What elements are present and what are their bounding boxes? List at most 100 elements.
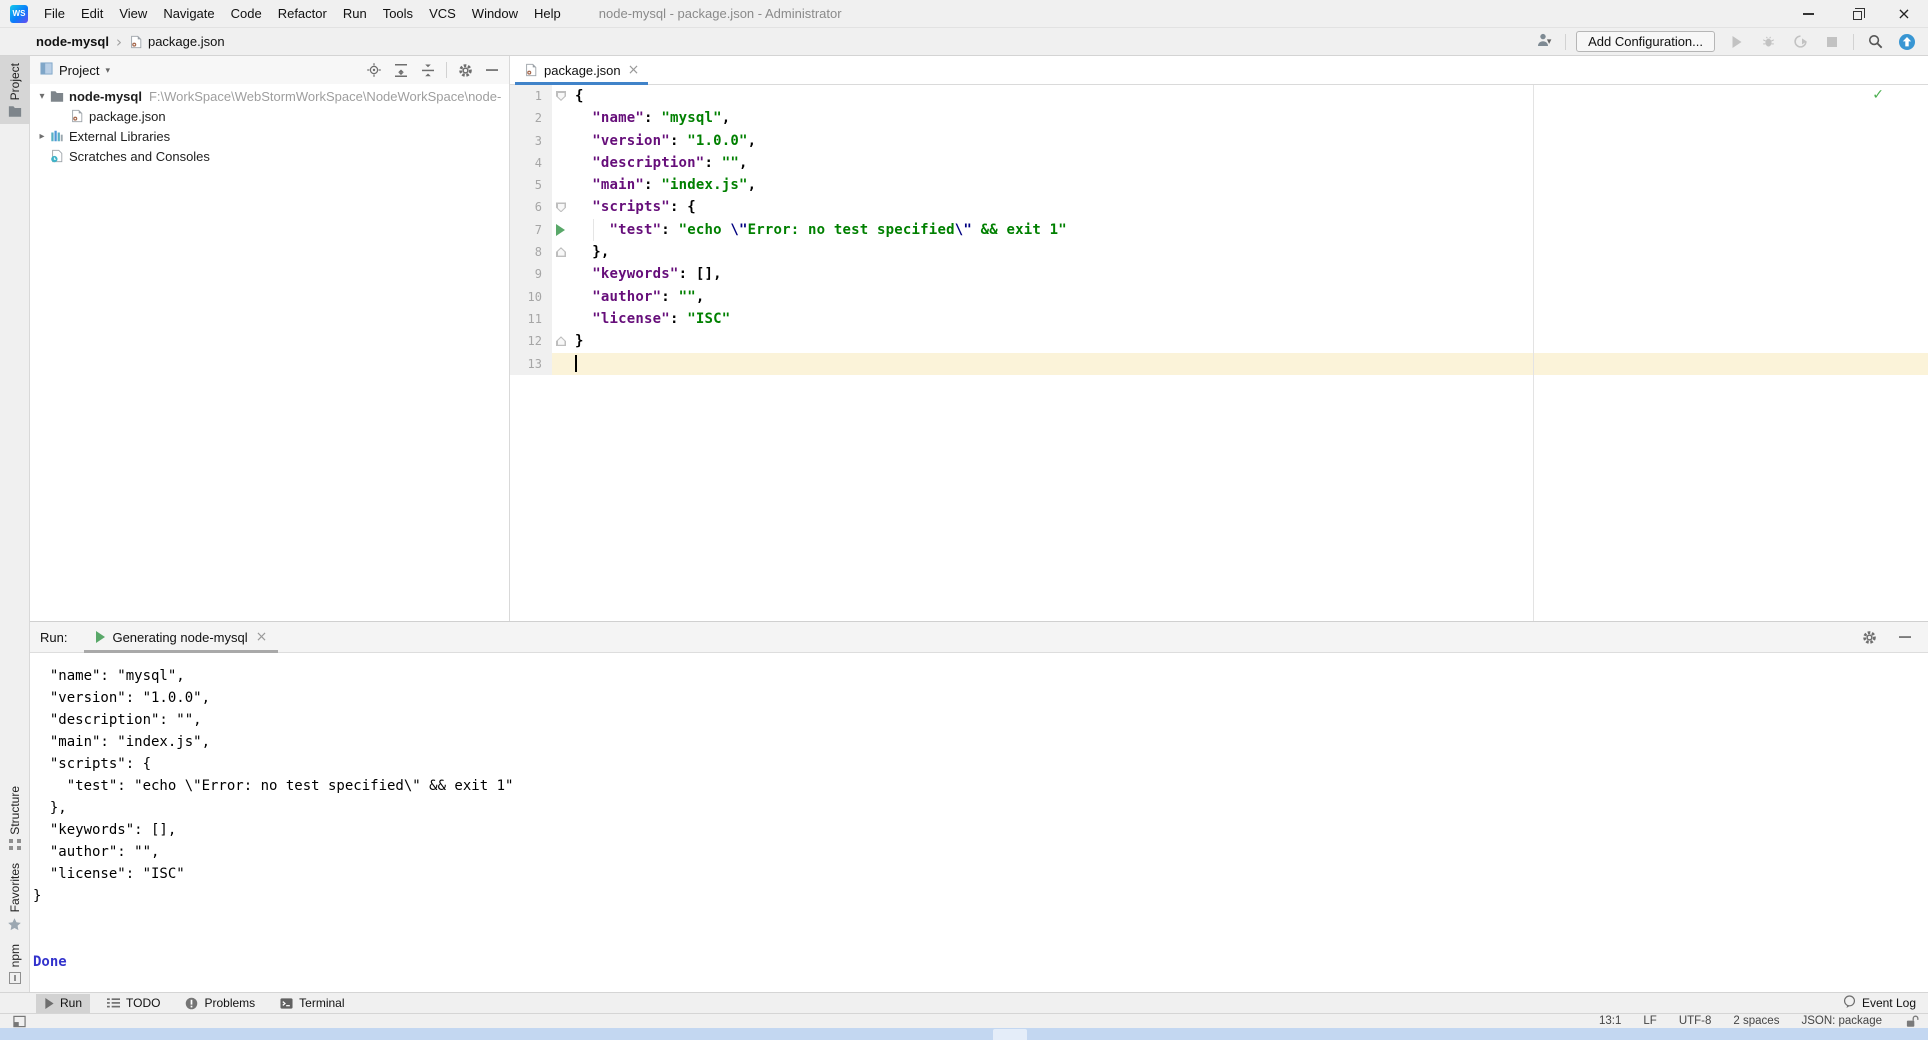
gutter-cell[interactable] — [552, 196, 570, 218]
event-log-button[interactable]: Event Log — [1843, 995, 1916, 1012]
run-tab-close-icon[interactable]: × — [256, 629, 268, 645]
gutter-cell[interactable] — [552, 330, 570, 352]
code-text[interactable]: "author": "", — [570, 286, 1928, 308]
encoding-widget[interactable]: UTF-8 — [1679, 1015, 1712, 1027]
stripe-button-npm[interactable]: npm — [0, 937, 30, 990]
code-text[interactable]: } — [570, 330, 1928, 352]
stripe-label: Project — [8, 63, 22, 100]
restore-button[interactable] — [1832, 0, 1880, 28]
menu-item-run[interactable]: Run — [335, 0, 375, 28]
breadcrumb-project[interactable]: node-mysql — [36, 34, 109, 49]
run-tab-generating-node-mysql[interactable]: Generating node-mysql × — [84, 622, 278, 653]
line-separator-widget[interactable]: LF — [1643, 1015, 1656, 1027]
run-tab-label: Generating node-mysql — [112, 630, 247, 645]
editor-surface[interactable]: 1{2 "name": "mysql",3 "version": "1.0.0"… — [510, 85, 1928, 621]
code-text[interactable]: "keywords": [], — [570, 263, 1928, 285]
gutter-cell[interactable] — [552, 85, 570, 107]
code-text[interactable] — [570, 353, 1928, 375]
tree-row-scratches-and-consoles[interactable]: Scratches and Consoles — [30, 146, 509, 166]
gutter-cell[interactable] — [552, 241, 570, 263]
add-configuration-button[interactable]: Add Configuration... — [1576, 31, 1715, 52]
tab-close-icon[interactable]: × — [628, 62, 640, 78]
toolwindow-button-run[interactable]: Run — [36, 994, 90, 1013]
menu-item-window[interactable]: Window — [464, 0, 526, 28]
code-text[interactable]: }, — [570, 241, 1928, 263]
menu-item-refactor[interactable]: Refactor — [270, 0, 335, 28]
profiler-button-disabled[interactable] — [1789, 31, 1811, 53]
code-text[interactable]: "main": "index.js", — [570, 174, 1928, 196]
fold-close-icon[interactable] — [556, 247, 566, 257]
fold-open-icon[interactable] — [556, 202, 566, 212]
breadcrumb-file[interactable]: package.json — [129, 34, 225, 49]
hide-icon — [486, 64, 498, 76]
code-text[interactable]: "name": "mysql", — [570, 107, 1928, 129]
chevron-right-icon[interactable]: ▸ — [34, 131, 50, 142]
inspection-ok-icon[interactable]: ✓ — [1872, 87, 1884, 103]
file-type-widget[interactable]: JSON: package — [1801, 1015, 1882, 1027]
menu-item-tools[interactable]: Tools — [375, 0, 421, 28]
menu-item-navigate[interactable]: Navigate — [155, 0, 222, 28]
console-line: "description": "", — [33, 709, 1928, 731]
stripe-button-structure[interactable]: Structure — [0, 779, 30, 857]
code-text[interactable]: "version": "1.0.0", — [570, 130, 1928, 152]
settings-button[interactable] — [456, 61, 474, 79]
code-text[interactable]: "description": "", — [570, 152, 1928, 174]
fold-close-icon[interactable] — [556, 336, 566, 346]
stripe-button-project[interactable]: Project — [0, 56, 30, 124]
code-line-10: 10 "author": "", — [510, 286, 1928, 308]
code-text[interactable]: "test": "echo \"Error: no test specified… — [570, 219, 1928, 241]
line-number: 4 — [510, 152, 552, 174]
code-text[interactable]: "scripts": { — [570, 196, 1928, 218]
user-dropdown-button[interactable]: ▾ — [1533, 31, 1555, 53]
readonly-toggle-button[interactable] — [1904, 1014, 1920, 1028]
locate-button[interactable] — [365, 61, 383, 79]
code-token: "keywords" — [592, 266, 678, 282]
tree-row-external-libraries[interactable]: ▸External Libraries — [30, 126, 509, 146]
tree-row-package-json[interactable]: package.json — [30, 106, 509, 126]
toolwindow-button-label: Terminal — [299, 996, 344, 1010]
menu-item-code[interactable]: Code — [223, 0, 270, 28]
code-token: }, — [575, 244, 610, 260]
windows-taskbar-edge[interactable] — [0, 1028, 1928, 1040]
code-text[interactable]: "license": "ISC" — [570, 308, 1928, 330]
indent-widget[interactable]: 2 spaces — [1733, 1015, 1779, 1027]
debug-button-disabled[interactable] — [1757, 31, 1779, 53]
run-panel-hide-button[interactable] — [1894, 626, 1916, 648]
stripe-button-favorites[interactable]: Favorites — [0, 856, 30, 936]
console-line — [33, 929, 1928, 951]
stop-button-disabled[interactable] — [1821, 31, 1843, 53]
menu-item-file[interactable]: File — [36, 0, 73, 28]
code-token: : — [704, 155, 721, 171]
tree-row-node-mysql[interactable]: ▾node-mysqlF:\WorkSpace\WebStormWorkSpac… — [30, 86, 509, 106]
menu-item-edit[interactable]: Edit — [73, 0, 111, 28]
toolwindow-button-todo[interactable]: TODO — [99, 994, 168, 1013]
code-token — [575, 222, 610, 238]
menu-item-help[interactable]: Help — [526, 0, 569, 28]
code-text[interactable]: { — [570, 85, 1928, 107]
hide-button[interactable] — [483, 61, 501, 79]
code-token — [575, 199, 592, 215]
gutter-cell[interactable] — [552, 219, 570, 241]
locate-icon — [367, 63, 381, 77]
menu-item-view[interactable]: View — [111, 0, 155, 28]
run-panel-settings-button[interactable] — [1858, 626, 1880, 648]
minimize-button[interactable] — [1784, 0, 1832, 28]
chevron-down-icon[interactable]: ▾ — [34, 91, 50, 102]
collapse-all-button[interactable] — [419, 61, 437, 79]
fold-open-icon[interactable] — [556, 91, 566, 101]
update-available-button[interactable] — [1896, 31, 1918, 53]
menu-item-vcs[interactable]: VCS — [421, 0, 464, 28]
caret-position-widget[interactable]: 13:1 — [1599, 1015, 1621, 1027]
expand-all-button[interactable] — [392, 61, 410, 79]
project-panel-title[interactable]: Project ▾ — [40, 62, 110, 78]
search-everywhere-button[interactable] — [1864, 31, 1886, 53]
code-token — [575, 110, 592, 126]
run-console[interactable]: "name": "mysql", "version": "1.0.0", "de… — [30, 653, 1928, 992]
run-button-disabled[interactable] — [1725, 31, 1747, 53]
tab-package-json[interactable]: package.json × — [515, 56, 648, 84]
toolwindow-button-problems[interactable]: Problems — [177, 994, 263, 1013]
run-script-gutter-icon[interactable] — [555, 224, 565, 236]
toolwindow-button-terminal[interactable]: Terminal — [272, 994, 352, 1013]
close-button[interactable]: × — [1880, 0, 1928, 28]
code-token: && exit 1" — [972, 222, 1067, 238]
